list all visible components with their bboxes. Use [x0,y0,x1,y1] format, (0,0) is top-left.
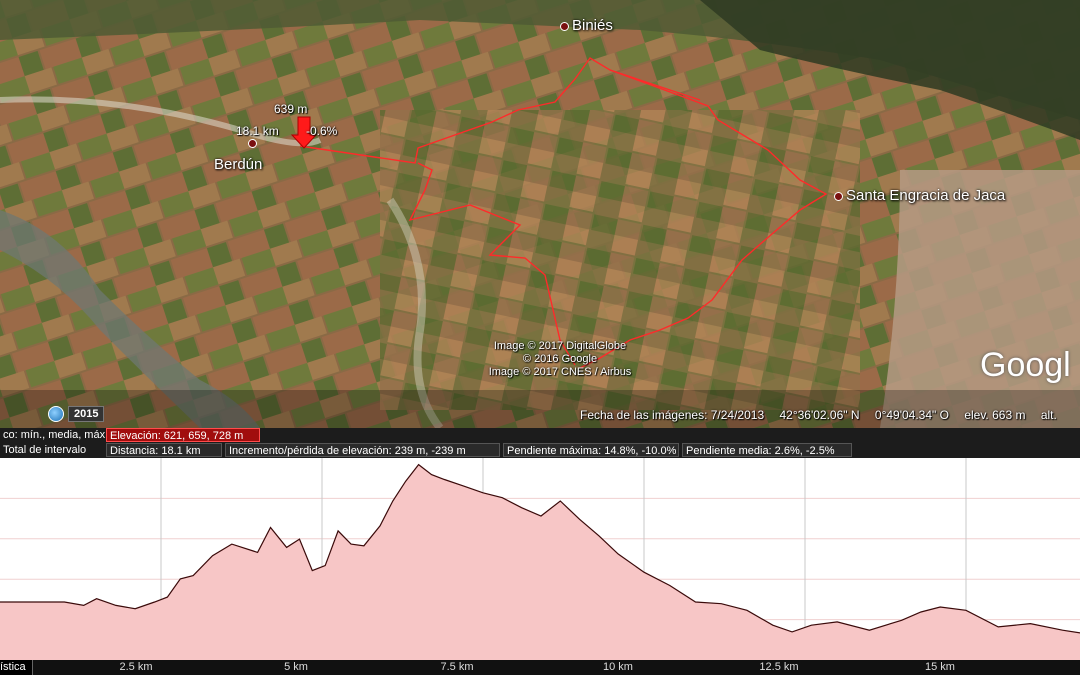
credit-line: © 2016 Google [522,353,598,365]
place-dot-icon [560,21,569,31]
place-santa-engracia[interactable]: Santa Engracia de Jaca [834,187,1005,204]
stats-distance[interactable]: Distancia: 18.1 km [106,443,222,457]
imagery-date: Fecha de las imágenes: 7/24/2013 [580,408,765,422]
historical-imagery-control[interactable]: 2015 [48,406,105,422]
tooltip-slope: -0.6% [306,124,338,138]
globe-icon [48,406,64,422]
x-tick-label: 12.5 km [759,661,799,673]
stats-elevation[interactable]: Elevación: 621, 659, 728 m [106,428,260,442]
stats-max-slope[interactable]: Pendiente máxima: 14.8%, -10.0% [503,443,679,457]
stats-avg-slope[interactable]: Pendiente media: 2.6%, -2.5% [682,443,852,457]
altitude-readout: alt. [1040,408,1057,422]
place-binies[interactable]: Biniés [560,17,613,34]
credit-line: Image © 2017 CNES / Airbus [488,366,632,378]
status-bar: Fecha de las imágenes: 7/24/2013 42°36'0… [580,408,1069,422]
stats-label-total: Total de intervalo [3,444,87,456]
place-dot-icon [834,191,843,201]
place-dot-icon [248,139,257,148]
satellite-map[interactable]: Biniés Berdún Santa Engracia de Jaca 639… [0,0,1080,428]
stats-label-minmax: co: mín., media, máx [3,429,106,441]
x-tick-label: 7.5 km [440,661,474,673]
x-tick-label: 10 km [603,661,633,673]
elevation-profile-chart[interactable] [0,458,1080,660]
x-tick-label: 15 km [925,661,955,673]
imagery-credits: Image © 2017 DigitalGlobe © 2016 Google … [470,340,650,379]
tooltip-elevation: 639 m [274,102,308,116]
profile-x-axis: ística 2.5 km 5 km 7.5 km 10 km 12.5 km … [0,660,1080,675]
elevation-readout: elev. 663 m [964,408,1026,422]
elevation-stats-bar: co: mín., media, máx Elevación: 621, 659… [0,428,1080,458]
imagery-year-badge[interactable]: 2015 [68,406,105,422]
latitude: 42°36'02.06" N [779,408,860,422]
tooltip-distance: 18.1 km [236,124,279,138]
statistics-tab[interactable]: ística [0,660,33,675]
longitude: 0°49'04.34" O [874,408,949,422]
stats-gain-loss[interactable]: Incremento/pérdida de elevación: 239 m, … [225,443,500,457]
profile-area [0,464,1080,660]
place-berdun[interactable]: Berdún [214,156,262,173]
x-tick-label: 5 km [284,661,308,673]
x-tick-label: 2.5 km [119,661,153,673]
credit-line: Image © 2017 DigitalGlobe [493,340,627,352]
google-logo: Googl [980,346,1071,384]
elevation-profile[interactable] [0,458,1080,660]
